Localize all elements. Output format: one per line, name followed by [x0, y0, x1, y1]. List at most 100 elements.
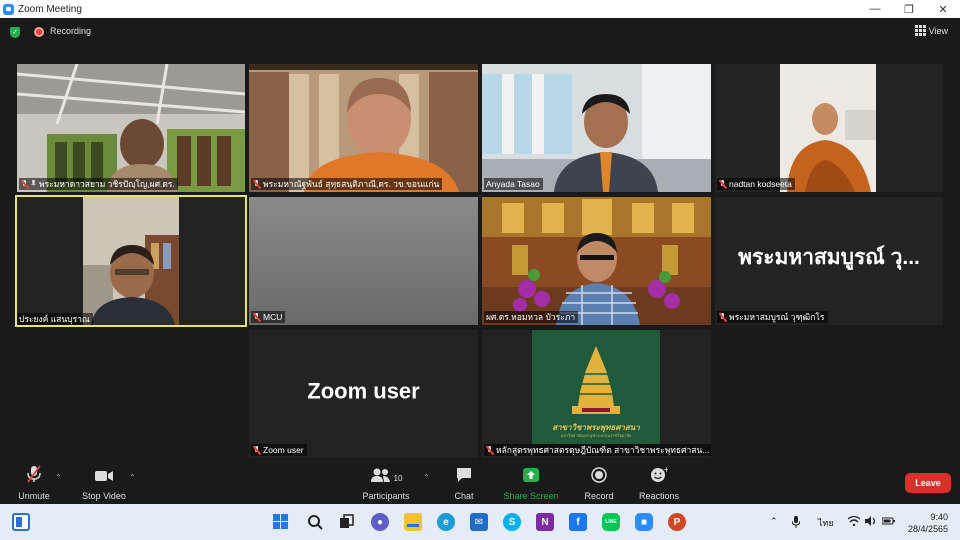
leave-button[interactable]: Leave: [905, 473, 951, 493]
zoom-app-icon[interactable]: ■: [635, 513, 653, 531]
video-feed: [15, 195, 247, 327]
participants-button[interactable]: 10 Participants: [360, 465, 412, 501]
video-camera-icon: [78, 465, 130, 483]
share-screen-button[interactable]: Share Screen: [502, 465, 560, 501]
video-tile[interactable]: Anyada Tasao: [482, 64, 711, 192]
teams-chat-icon[interactable]: ●: [371, 513, 389, 531]
participants-label: Participants: [362, 491, 410, 501]
stop-video-label: Stop Video: [82, 491, 126, 501]
participant-name: nadtan kodseeta: [729, 179, 792, 189]
window-title: Zoom Meeting: [18, 3, 82, 15]
participant-name-tag: Zoom user: [251, 444, 307, 456]
meeting-top-bar: ✓ Recording View: [0, 18, 960, 46]
file-explorer-icon[interactable]: [404, 513, 422, 531]
video-tile[interactable]: MCU: [249, 197, 478, 325]
participant-name-tag: พระมหาดาวสยาม วชิรปัญฺโญ,ผศ.ดร.: [19, 178, 178, 190]
grid-view-icon: [914, 25, 926, 36]
video-tile[interactable]: สาขาวิชาพระพุทธศาสนา มหาวิทยาลัยมหาจุฬาล…: [482, 330, 711, 458]
audio-options-caret[interactable]: ⌃: [55, 473, 62, 482]
reactions-button[interactable]: + Reactions: [636, 465, 682, 501]
participant-name: ผศ.ดร.หอมหวล บัวระภา: [486, 312, 576, 322]
mic-muted-icon: [21, 179, 28, 189]
view-button[interactable]: View: [914, 25, 948, 36]
powerpoint-icon[interactable]: P: [668, 513, 686, 531]
task-view-icon[interactable]: [338, 513, 356, 531]
minimize-button[interactable]: —: [858, 0, 892, 18]
zoom-logo-icon: [3, 3, 14, 15]
system-clock[interactable]: 9:40 28/4/2565: [908, 511, 948, 535]
skype-icon[interactable]: S: [503, 513, 521, 531]
close-button[interactable]: ✕: [926, 0, 960, 18]
stop-video-button[interactable]: Stop Video: [78, 465, 130, 501]
widgets-icon[interactable]: [12, 513, 30, 531]
video-tile[interactable]: nadtan kodseeta: [715, 64, 943, 192]
record-icon: [580, 465, 618, 483]
recording-label[interactable]: Recording: [50, 26, 91, 36]
clock-date: 28/4/2565: [907, 524, 948, 534]
logo-subtitle: มหาวิทยาลัยมหาจุฬาลงกรณราชวิทยาลัย: [560, 433, 632, 438]
video-options-caret[interactable]: ⌃: [129, 473, 136, 482]
video-tile[interactable]: พระมหาดาวสยาม วชิรปัญฺโญ,ผศ.ดร.: [17, 64, 245, 192]
line-app-icon[interactable]: LINE: [602, 513, 620, 531]
microphone-icon[interactable]: [791, 516, 801, 530]
facebook-icon[interactable]: f: [569, 513, 587, 531]
video-feed: [482, 197, 711, 325]
record-label: Record: [584, 491, 614, 501]
mic-muted-icon: [719, 312, 726, 322]
video-feed: [249, 197, 478, 325]
participant-name-tag: MCU: [251, 311, 286, 323]
unmute-label: Unmute: [18, 491, 50, 501]
volume-icon[interactable]: [865, 516, 877, 528]
participant-name-tag: ประยงค์ แสนบุราณ: [17, 313, 93, 325]
chat-button[interactable]: Chat: [446, 465, 482, 501]
unmute-button[interactable]: Unmute: [14, 465, 54, 501]
participants-count: 10: [393, 474, 403, 483]
clock-time: 9:40: [930, 512, 948, 522]
video-feed: [249, 64, 478, 192]
title-bar: Zoom Meeting — ❐ ✕: [0, 0, 960, 18]
video-feed: [715, 64, 943, 192]
wifi-icon[interactable]: [847, 515, 861, 528]
participant-name: Anyada Tasao: [486, 179, 540, 189]
security-shield-icon[interactable]: ✓: [10, 27, 20, 38]
chat-bubble-icon: [446, 465, 482, 483]
video-tile-active-speaker[interactable]: ประยงค์ แสนบุราณ: [15, 195, 247, 327]
windows-start-icon[interactable]: [272, 513, 290, 531]
participant-name: พระมหาดาวสยาม วชิรปัญฺโญ,ผศ.ดร.: [39, 179, 175, 189]
video-feed: [482, 64, 711, 192]
input-language[interactable]: ไทย: [818, 516, 834, 530]
participant-name-tag: พระมหาณัฐพันธ์ สุทฺธสนฺติภาณี,ดร. วข.ขอน…: [251, 178, 443, 190]
reactions-label: Reactions: [638, 491, 680, 501]
view-label: View: [928, 25, 948, 36]
participant-name-tag: ผศ.ดร.หอมหวล บัวระภา: [484, 311, 579, 323]
video-tile[interactable]: ผศ.ดร.หอมหวล บัวระภา: [482, 197, 711, 325]
participant-name-tag: หลักสูตรพุทธศาสตรดุษฎีบัณฑิต สาขาวิชาพระ…: [484, 444, 711, 456]
record-button[interactable]: Record: [580, 465, 618, 501]
participant-name: พระมหาสมบูรณ์ วุฑฺฒิกโร: [729, 312, 825, 322]
share-screen-icon: [502, 465, 560, 483]
video-tile-no-video[interactable]: พระมหาสมบูรณ์ วุ... พระมหาสมบูรณ์ วุฑฺฒิ…: [715, 197, 943, 325]
video-tile[interactable]: พระมหาณัฐพันธ์ สุทฺธสนฺติภาณี,ดร. วข.ขอน…: [249, 64, 478, 192]
onenote-icon[interactable]: N: [536, 513, 554, 531]
mic-muted-icon: [14, 465, 54, 483]
search-icon[interactable]: [306, 513, 324, 531]
video-tile-no-video[interactable]: Zoom user Zoom user: [249, 330, 478, 458]
participants-icon: 10: [360, 465, 412, 483]
mail-icon[interactable]: ✉: [470, 513, 488, 531]
chat-label: Chat: [454, 491, 474, 501]
meeting-toolbar: Unmute ⌃ Stop Video ⌃ 10 Participants ⌃ …: [0, 460, 960, 504]
mic-muted-icon: [719, 179, 726, 189]
edge-browser-icon[interactable]: e: [437, 513, 455, 531]
recording-icon: [34, 27, 44, 37]
mic-muted-icon: [253, 445, 260, 455]
maximize-button[interactable]: ❐: [892, 0, 926, 18]
participants-options-caret[interactable]: ⌃: [423, 473, 430, 482]
participant-name: หลักสูตรพุทธศาสตรดุษฎีบัณฑิต สาขาวิชาพระ…: [496, 445, 710, 455]
battery-icon[interactable]: [881, 516, 896, 528]
participant-name-tag: Anyada Tasao: [484, 178, 543, 190]
participant-display-name: Zoom user: [307, 378, 420, 404]
participant-name: พระมหาณัฐพันธ์ สุทฺธสนฺติภาณี,ดร. วข.ขอน…: [263, 179, 440, 189]
video-feed: [17, 64, 245, 192]
mic-muted-icon: [253, 312, 260, 322]
show-hidden-icons-icon[interactable]: ⌃: [770, 516, 778, 527]
